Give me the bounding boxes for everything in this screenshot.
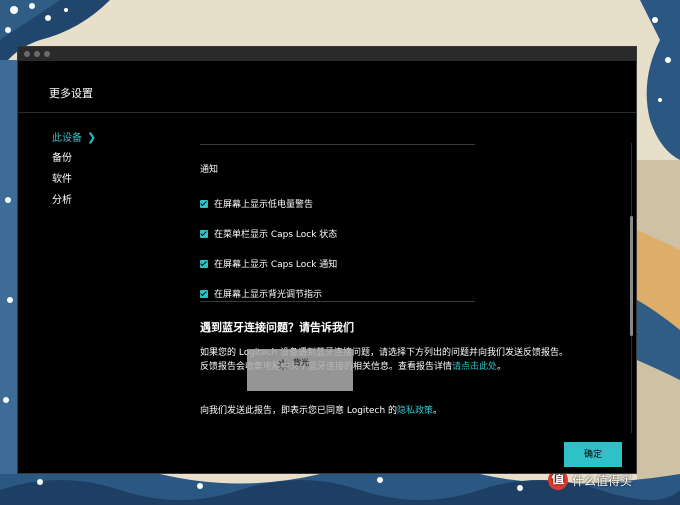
scrollbar-thumb[interactable] xyxy=(630,216,633,336)
consent-text-prefix: 向我们发送此报告，即表示您已同意 Logitech 的 xyxy=(200,406,398,416)
title-divider xyxy=(18,112,636,113)
window-title: 更多设置 xyxy=(49,87,93,100)
sidebar-item-label: 分析 xyxy=(52,195,72,206)
option-label: 在屏幕上显示背光调节指示 xyxy=(214,290,323,300)
backlight-overlay: 背光 xyxy=(247,349,353,391)
privacy-policy-link[interactable]: 隐私政策 xyxy=(397,406,433,416)
close-window-button[interactable] xyxy=(24,51,30,57)
watermark-text: 什么值得买 xyxy=(572,473,633,488)
minimize-window-button[interactable] xyxy=(34,51,40,57)
notifications-heading: 通知 xyxy=(200,165,219,175)
settings-panel: 更多设置 此设备 ❯ 备份 软件 分析 通知 在屏幕上显示低电量警告 在菜单栏显… xyxy=(18,61,636,473)
chevron-right-icon: ❯ xyxy=(87,131,97,144)
sidebar: 此设备 ❯ 备份 软件 分析 xyxy=(52,127,96,211)
sidebar-item-label: 此设备 xyxy=(52,133,82,144)
checkbox-checked-icon[interactable] xyxy=(200,289,208,298)
bluetooth-section-title: 遇到蓝牙连接问题？请告诉我们 xyxy=(200,321,354,334)
option-backlight-indicator[interactable]: 在屏幕上显示背光调节指示 xyxy=(200,287,322,300)
checkbox-checked-icon[interactable] xyxy=(200,259,208,268)
sidebar-item-analytics[interactable]: 分析 xyxy=(52,190,96,211)
zoom-window-button[interactable] xyxy=(44,51,50,57)
sidebar-item-label: 备份 xyxy=(52,153,72,164)
option-caps-lock-onscreen[interactable]: 在屏幕上显示 Caps Lock 通知 xyxy=(200,257,337,270)
option-label: 在菜单栏显示 Caps Lock 状态 xyxy=(214,230,338,240)
bluetooth-body-line2-end: 。 xyxy=(497,362,507,372)
consent-text-end: 。 xyxy=(433,406,443,416)
backlight-label: 背光 xyxy=(293,358,309,367)
sidebar-item-software[interactable]: 软件 xyxy=(52,169,96,190)
content-divider xyxy=(200,144,475,145)
option-low-battery[interactable]: 在屏幕上显示低电量警告 xyxy=(200,197,313,210)
checkbox-checked-icon[interactable] xyxy=(200,199,208,208)
sidebar-item-this-device[interactable]: 此设备 ❯ xyxy=(52,127,96,148)
ok-button[interactable]: 确定 xyxy=(564,442,622,467)
report-details-link[interactable]: 请点击此处 xyxy=(452,362,497,372)
option-caps-lock-menubar[interactable]: 在菜单栏显示 Caps Lock 状态 xyxy=(200,227,337,240)
spinner-icon xyxy=(277,359,289,371)
consent-text: 向我们发送此报告，即表示您已同意 Logitech 的隐私政策。 xyxy=(200,403,442,416)
checkbox-checked-icon[interactable] xyxy=(200,229,208,238)
sidebar-item-label: 软件 xyxy=(52,174,72,185)
sidebar-item-backup[interactable]: 备份 xyxy=(52,148,96,169)
title-bar xyxy=(18,47,636,61)
option-label: 在屏幕上显示 Caps Lock 通知 xyxy=(214,260,338,270)
option-label: 在屏幕上显示低电量警告 xyxy=(214,200,314,210)
section-divider xyxy=(200,301,475,302)
settings-window: 更多设置 此设备 ❯ 备份 软件 分析 通知 在屏幕上显示低电量警告 在菜单栏显… xyxy=(17,46,637,474)
